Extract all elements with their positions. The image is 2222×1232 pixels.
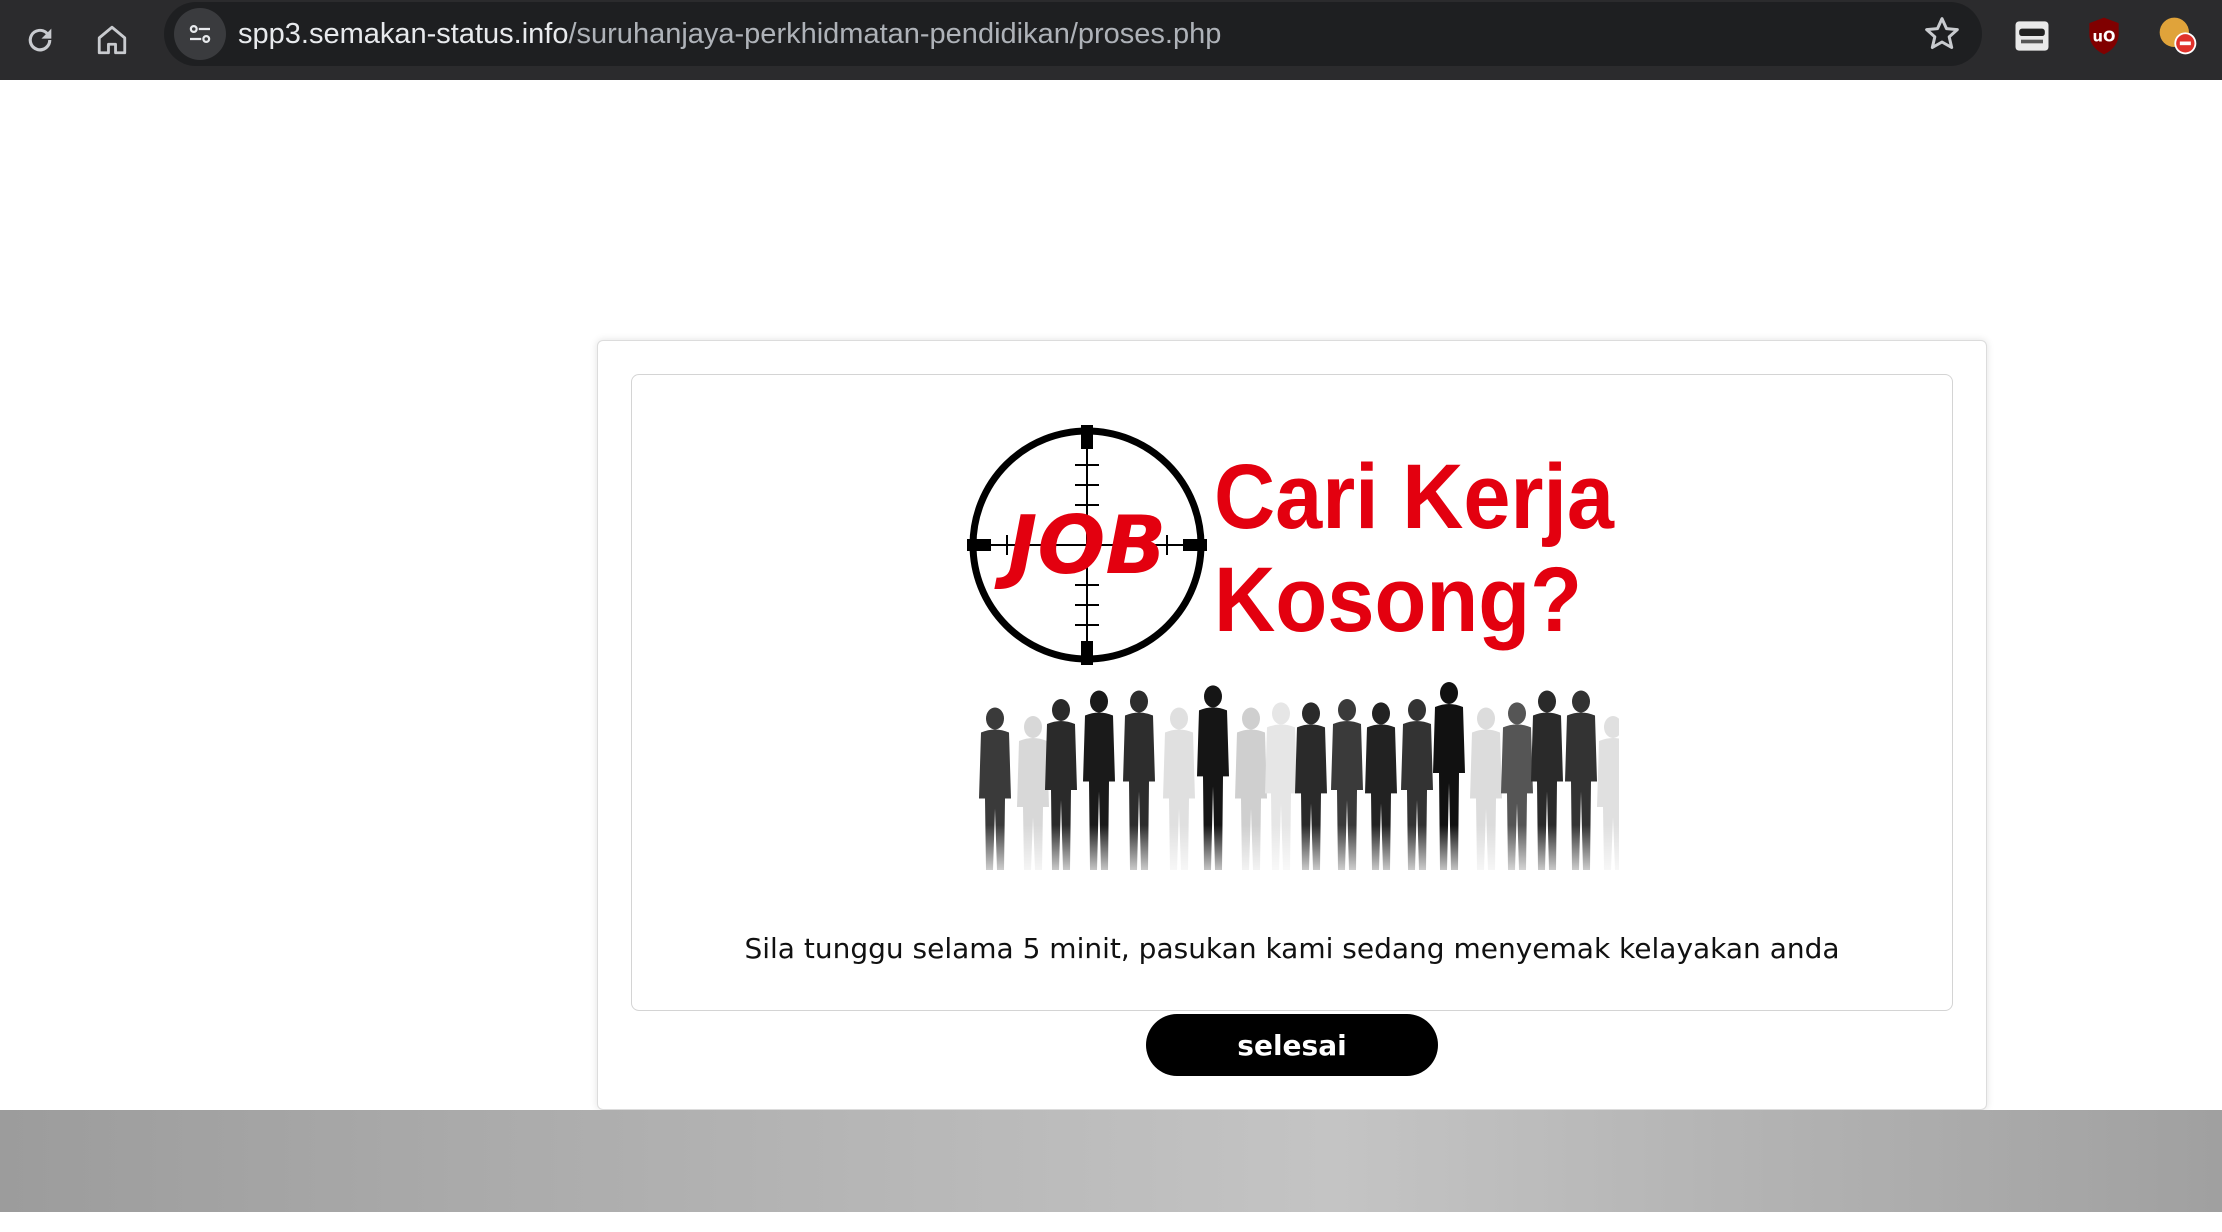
address-bar[interactable]: spp3.semakan-status.info/suruhanjaya-per… (164, 2, 1982, 66)
browser-toolbar: spp3.semakan-status.info/suruhanjaya-per… (0, 0, 2222, 80)
url-path: /suruhanjaya-perkhidmatan-pendidikan/pro… (568, 18, 1222, 50)
headline-line1: Cari Kerja (1214, 446, 1615, 548)
home-icon[interactable] (84, 12, 140, 68)
svg-text:uO: uO (2093, 29, 2116, 46)
ublock-origin-icon[interactable]: uO (2082, 14, 2126, 58)
content-card: JOB Cari Kerja Kosong? Sila tunggu selam… (597, 340, 1987, 1110)
page-footer (0, 1110, 2222, 1212)
status-message: Sila tunggu selama 5 minit, pasukan kami… (744, 932, 1840, 965)
url-host: spp3.semakan-status.info (238, 18, 569, 50)
site-info-icon[interactable] (174, 8, 226, 60)
url-text[interactable]: spp3.semakan-status.info/suruhanjaya-per… (238, 16, 1221, 52)
job-search-banner-image: JOB Cari Kerja Kosong? (967, 425, 1619, 885)
message-panel: JOB Cari Kerja Kosong? Sila tunggu selam… (631, 374, 1953, 1011)
extension-blocked-icon[interactable] (2156, 14, 2200, 58)
reload-icon[interactable] (12, 12, 68, 68)
bookmark-star-icon[interactable] (1922, 14, 1962, 54)
job-target-text: JOB (994, 499, 1167, 592)
headline-line2: Kosong? (1214, 549, 1582, 651)
selesai-button[interactable]: selesai (1146, 1014, 1438, 1076)
incognito-extension-icon[interactable] (2010, 14, 2054, 58)
